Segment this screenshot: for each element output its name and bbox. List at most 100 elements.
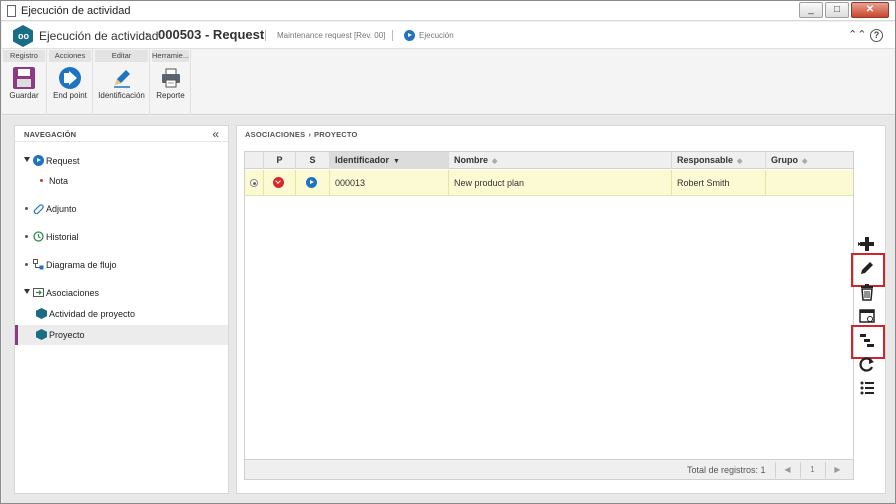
collapse-nav-icon[interactable]: «	[212, 127, 219, 141]
window-title: Ejecución de actividad	[21, 5, 131, 17]
bullet-icon	[40, 179, 43, 182]
breadcrumb-separator: ›	[145, 27, 150, 42]
column-identificador[interactable]: Identificador ▼	[330, 152, 449, 169]
sort-desc-icon: ▼	[393, 158, 400, 165]
end-point-button[interactable]: End point	[48, 65, 92, 111]
sort-icon: ◆	[492, 158, 498, 165]
report-button[interactable]: Reporte	[151, 65, 190, 111]
app-window: Ejecución de actividad _ □ ✕ oo Ejecució…	[0, 0, 896, 504]
execution-state: Ejecución	[419, 31, 454, 40]
group-cell	[766, 170, 853, 196]
request-icon	[33, 155, 44, 166]
refresh-icon	[859, 357, 874, 372]
ribbon-group-registro: Registro Guardar	[2, 49, 47, 115]
identification-label: Identificación	[98, 91, 145, 100]
maximize-button[interactable]: □	[825, 2, 849, 18]
nav-item-proyecto[interactable]: Proyecto	[15, 325, 228, 345]
nav-item-asociaciones[interactable]: Asociaciones	[15, 283, 228, 303]
breadcrumb-item: PROYECTO	[314, 130, 358, 139]
content-area: NAVEGACIÓN « Request Nota Adjunto Histor…	[2, 116, 895, 503]
bullet-icon	[25, 235, 28, 238]
breadcrumb: ASOCIACIONES › PROYECTO	[245, 130, 358, 139]
page-header: oo Ejecución de actividad › 000503 - Req…	[2, 22, 895, 48]
ribbon-toolbar: Registro Guardar Acciones End point Edit…	[2, 48, 895, 115]
nav-item-label: Proyecto	[49, 330, 85, 340]
bullet-icon	[25, 263, 28, 266]
status-icon	[306, 177, 317, 188]
close-button[interactable]: ✕	[851, 2, 889, 18]
nav-item-label: Asociaciones	[46, 288, 100, 298]
breadcrumb-item[interactable]: ASOCIACIONES	[245, 130, 305, 139]
nav-item-label: Diagrama de flujo	[46, 260, 117, 270]
column-label: Nombre	[454, 155, 489, 165]
printer-icon	[161, 68, 180, 88]
report-label: Reporte	[156, 91, 185, 100]
add-icon	[858, 237, 874, 251]
end-point-label: End point	[53, 91, 87, 100]
nav-item-request[interactable]: Request	[15, 151, 228, 171]
priority-icon	[273, 177, 284, 188]
execution-state-icon	[404, 30, 415, 41]
column-priority[interactable]: P	[264, 152, 296, 169]
view-button[interactable]	[857, 306, 877, 326]
table-row[interactable]: 000013 New product plan Robert Smith	[245, 170, 853, 196]
nav-item-label: Nota	[49, 176, 69, 186]
select-column	[245, 152, 264, 169]
identification-button[interactable]: Identificación	[94, 65, 149, 111]
project-activity-icon	[36, 308, 47, 319]
responsible-cell: Robert Smith	[672, 170, 766, 196]
associations-icon	[33, 288, 44, 297]
row-radio[interactable]	[250, 179, 258, 187]
save-button-label: Guardar	[9, 91, 39, 100]
identifier-cell: 000013	[330, 170, 449, 196]
paperclip-icon	[33, 204, 44, 214]
hierarchy-button[interactable]	[851, 325, 885, 359]
collapse-header-icon[interactable]: ⌃⌃	[848, 28, 866, 41]
help-icon[interactable]: ?	[870, 29, 883, 42]
flowchart-icon	[33, 259, 44, 270]
nav-item-nota[interactable]: Nota	[15, 171, 228, 191]
grid-header: P S Identificador ▼ Nombre ◆ Responsable ◆ …	[245, 152, 853, 169]
next-page-button[interactable]: ▶	[825, 462, 849, 478]
list-icon	[860, 381, 874, 395]
activity-logo-icon: oo	[13, 25, 33, 47]
column-responsable[interactable]: Responsable ◆	[672, 152, 766, 169]
document-icon	[7, 5, 16, 17]
end-point-icon	[59, 67, 81, 89]
column-nombre[interactable]: Nombre ◆	[449, 152, 672, 169]
delete-button[interactable]	[857, 282, 877, 302]
add-button[interactable]	[857, 234, 877, 254]
column-status[interactable]: S	[296, 152, 330, 169]
edit-icon	[861, 262, 873, 274]
ribbon-group-label: Registro	[3, 50, 45, 62]
sort-icon: ◆	[802, 158, 808, 165]
nav-item-adjunto[interactable]: Adjunto	[15, 199, 228, 219]
nav-item-historial[interactable]: Historial	[15, 227, 228, 247]
row-select-cell[interactable]	[245, 170, 264, 196]
bullet-icon	[25, 207, 28, 210]
hierarchy-icon	[860, 334, 874, 347]
save-button[interactable]: Guardar	[2, 65, 46, 111]
title-bar: Ejecución de actividad _ □ ✕	[1, 1, 895, 21]
nav-item-actividad-proyecto[interactable]: Actividad de proyecto	[15, 304, 228, 324]
nav-item-diagrama[interactable]: Diagrama de flujo	[15, 255, 228, 275]
status-cell	[296, 170, 330, 196]
minimize-button[interactable]: _	[799, 2, 823, 18]
column-label: Responsable	[677, 155, 734, 165]
grid-footer: Total de registros: 1 ◀ 1 ▶	[245, 459, 853, 479]
expand-icon[interactable]	[24, 289, 30, 294]
refresh-button[interactable]	[857, 354, 877, 374]
record-title: 000503 - Request	[158, 27, 265, 42]
save-icon	[13, 67, 35, 89]
edit-button[interactable]	[851, 253, 885, 287]
expand-icon[interactable]	[24, 157, 30, 162]
view-icon	[859, 309, 875, 323]
column-grupo[interactable]: Grupo ◆	[766, 152, 853, 169]
nav-item-label: Actividad de proyecto	[49, 309, 136, 319]
nav-item-label: Historial	[46, 232, 79, 242]
process-subtitle: Maintenance request [Rev. 00]	[277, 31, 386, 40]
list-button[interactable]	[857, 378, 877, 398]
nav-item-label: Request	[46, 156, 80, 166]
prev-page-button[interactable]: ◀	[775, 462, 799, 478]
ribbon-group-label: Herramie...	[152, 50, 190, 62]
